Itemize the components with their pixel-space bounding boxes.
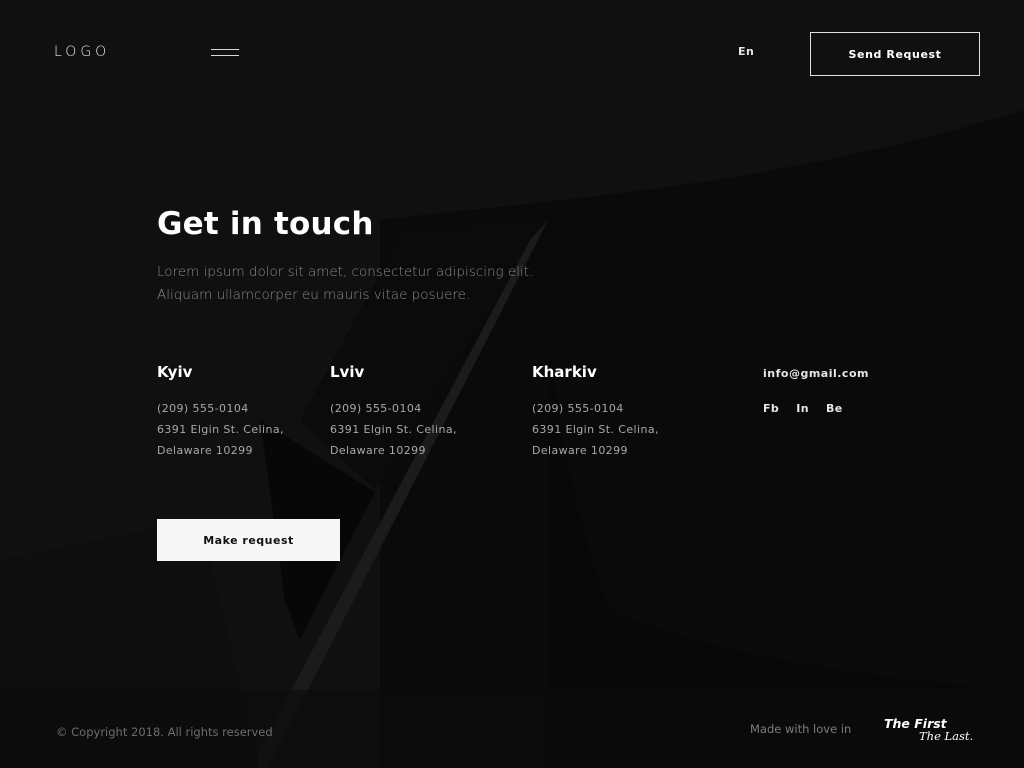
office-kyiv: Kyiv (209) 555-0104 6391 Elgin St. Celin… bbox=[157, 363, 284, 461]
office-region: Delaware 10299 bbox=[157, 444, 253, 457]
office-kharkiv: Kharkiv (209) 555-0104 6391 Elgin St. Ce… bbox=[532, 363, 659, 461]
hamburger-menu-icon[interactable] bbox=[211, 47, 239, 59]
office-street: 6391 Elgin St. Celina, bbox=[157, 423, 284, 436]
office-phone[interactable]: (209) 555-0104 bbox=[330, 398, 457, 419]
social-link-facebook[interactable]: Fb bbox=[763, 402, 779, 415]
brand-logo-line-2: The Last. bbox=[919, 729, 974, 743]
office-lviv: Lviv (209) 555-0104 6391 Elgin St. Celin… bbox=[330, 363, 457, 461]
office-city: Kharkiv bbox=[532, 363, 597, 381]
office-city: Lviv bbox=[330, 363, 365, 381]
office-region: Delaware 10299 bbox=[330, 444, 426, 457]
made-with-love-text: Made with love in bbox=[750, 722, 852, 736]
office-street: 6391 Elgin St. Celina, bbox=[532, 423, 659, 436]
language-selector[interactable]: En bbox=[738, 45, 754, 58]
intro-text: Lorem ipsum dolor sit amet, consectetur … bbox=[157, 261, 577, 307]
office-phone[interactable]: (209) 555-0104 bbox=[532, 398, 659, 419]
copyright-text: © Copyright 2018. All rights reserved bbox=[56, 725, 273, 739]
logo[interactable]: LOGO bbox=[54, 44, 110, 60]
social-link-behance[interactable]: Be bbox=[826, 402, 843, 415]
email-link[interactable]: info@gmail.com bbox=[763, 367, 869, 380]
send-request-button[interactable]: Send Request bbox=[810, 32, 980, 76]
office-street: 6391 Elgin St. Celina, bbox=[330, 423, 457, 436]
brand-logo[interactable]: The First The Last. bbox=[884, 716, 973, 746]
intro-text-line: Aliquam ullamcorper eu mauris vitae posu… bbox=[157, 287, 471, 303]
intro-text-line: Lorem ipsum dolor sit amet, consectetur … bbox=[157, 264, 534, 280]
office-city: Kyiv bbox=[157, 363, 193, 381]
office-phone[interactable]: (209) 555-0104 bbox=[157, 398, 284, 419]
social-links: Fb In Be bbox=[763, 402, 843, 415]
office-region: Delaware 10299 bbox=[532, 444, 628, 457]
page-title: Get in touch bbox=[157, 206, 374, 242]
make-request-button[interactable]: Make request bbox=[157, 519, 340, 561]
social-link-linkedin[interactable]: In bbox=[796, 402, 809, 415]
